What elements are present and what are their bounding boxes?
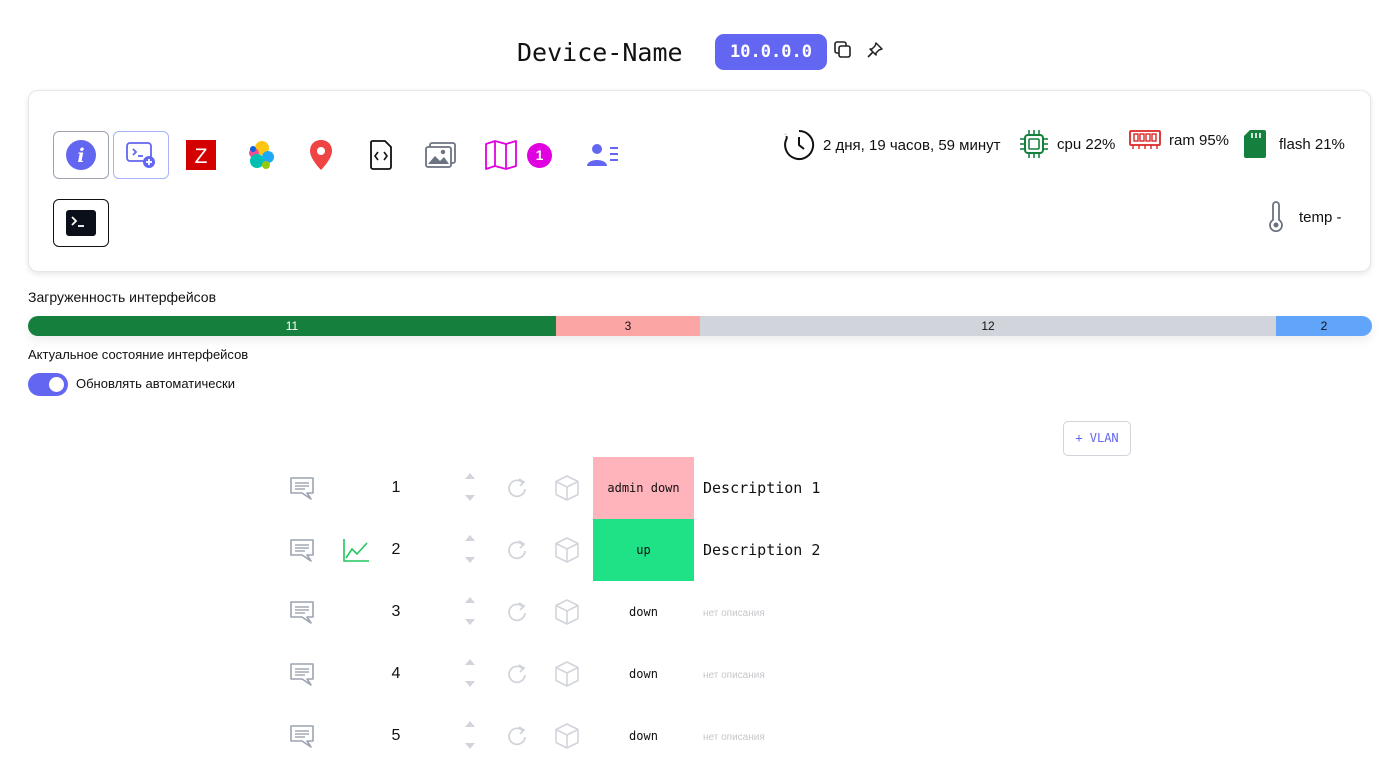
cpu-stat: cpu 22% (1019, 129, 1115, 159)
interface-description[interactable]: Description 2 (703, 541, 820, 559)
interface-number: 4 (391, 665, 401, 682)
info-icon: i (66, 140, 96, 170)
toggle-knob (49, 377, 64, 392)
elastic-icon (249, 141, 274, 169)
cpu-text: cpu 22% (1057, 135, 1116, 153)
thermometer-icon (1269, 201, 1283, 233)
interface-status[interactable]: down (593, 643, 694, 705)
state-title: Актуальное состояние интерфейсов (28, 347, 249, 362)
comment-icon[interactable] (289, 723, 315, 754)
device-name: Device-Name (517, 38, 683, 67)
load-segment-admin-down[interactable]: 3 (556, 316, 700, 336)
comment-icon[interactable] (289, 475, 315, 506)
interface-status[interactable]: up (593, 519, 694, 581)
up-down-arrows-icon[interactable] (463, 655, 477, 691)
interface-row: 4 down нет описания (0, 643, 1390, 705)
images-icon (425, 142, 456, 168)
reload-port-icon[interactable] (506, 476, 528, 505)
load-segment-down[interactable]: 12 (700, 316, 1276, 336)
reload-port-icon[interactable] (506, 538, 528, 567)
terminal-button[interactable] (53, 199, 109, 247)
zabbix-icon: Z (186, 140, 216, 170)
comment-icon[interactable] (289, 537, 315, 568)
interface-status[interactable]: admin down (593, 457, 694, 519)
interface-status[interactable]: down (593, 705, 694, 762)
interface-description[interactable]: нет описания (703, 608, 765, 619)
svg-text:i: i (77, 145, 84, 167)
cube-icon[interactable] (554, 536, 580, 569)
users-list-icon (587, 144, 618, 166)
map-button[interactable] (473, 131, 529, 179)
uptime-stat: 2 дня, 19 часов, 59 минут (783, 129, 1001, 161)
interface-description[interactable]: нет описания (703, 732, 765, 743)
location-button[interactable] (293, 131, 349, 179)
interface-row: 3 down нет описания (0, 581, 1390, 643)
auto-update-toggle[interactable] (28, 373, 68, 396)
sd-card-icon (1244, 130, 1266, 158)
interface-number: 3 (391, 603, 401, 620)
ram-text: ram 95% (1169, 131, 1230, 149)
cube-icon[interactable] (554, 660, 580, 693)
temp-text: temp - (1299, 208, 1342, 226)
cube-icon[interactable] (554, 474, 580, 507)
zabbix-button[interactable]: Z (173, 131, 229, 179)
cpu-icon (1020, 130, 1048, 158)
svg-text:Z: Z (195, 145, 208, 168)
interface-number: 5 (391, 727, 401, 744)
cube-icon[interactable] (554, 598, 580, 631)
interface-number: 1 (391, 479, 401, 496)
reload-port-icon[interactable] (506, 724, 528, 753)
interface-description[interactable]: нет описания (703, 670, 765, 681)
location-icon (310, 140, 332, 170)
flash-stat: flash 21% (1243, 129, 1345, 159)
info-button[interactable]: i (53, 131, 109, 179)
temp-stat: temp - (1265, 201, 1342, 233)
map-count-badge: 1 (527, 143, 552, 168)
load-segment-up[interactable]: 11 (28, 316, 556, 336)
interface-row: 2 up Description 2 (0, 519, 1390, 581)
cube-icon[interactable] (554, 722, 580, 755)
map-icon (485, 140, 517, 170)
clock-icon (784, 129, 815, 160)
elastic-button[interactable] (233, 131, 289, 179)
load-title: Загруженность интерфейсов (28, 289, 217, 305)
code-file-icon (370, 140, 392, 170)
images-button[interactable] (413, 131, 469, 179)
console-add-icon (126, 142, 155, 168)
uptime-text: 2 дня, 19 часов, 59 минут (823, 136, 1001, 154)
device-header: Device-Name 10.0.0.0 (0, 34, 1390, 74)
console-add-button[interactable] (113, 131, 169, 179)
ram-stat: ram 95% (1129, 129, 1229, 151)
flash-text: flash 21% (1279, 135, 1345, 153)
pin-icon[interactable] (865, 40, 887, 62)
terminal-icon (66, 210, 96, 236)
up-down-arrows-icon[interactable] (463, 717, 477, 753)
comment-icon[interactable] (289, 661, 315, 692)
users-list-button[interactable] (575, 131, 631, 179)
auto-update-label: Обновлять автоматически (76, 376, 235, 391)
device-ip-badge[interactable]: 10.0.0.0 (715, 34, 827, 70)
interface-status[interactable]: down (593, 581, 694, 643)
up-down-arrows-icon[interactable] (463, 593, 477, 629)
interface-row: 5 down нет описания (0, 705, 1390, 762)
copy-icon[interactable] (833, 40, 855, 62)
interface-number: 2 (391, 541, 401, 558)
interface-load-bar: 11 3 12 2 (28, 316, 1372, 336)
device-info-panel: i Z 1 2 дня, 19 часов, 59 минут cpu 22% … (28, 90, 1371, 272)
add-vlan-button[interactable]: + VLAN (1063, 421, 1131, 456)
interface-description[interactable]: Description 1 (703, 479, 820, 497)
reload-port-icon[interactable] (506, 662, 528, 691)
load-segment-other[interactable]: 2 (1276, 316, 1372, 336)
up-down-arrows-icon[interactable] (463, 469, 477, 505)
interface-row: 1 admin down Description 1 (0, 457, 1390, 519)
comment-icon[interactable] (289, 599, 315, 630)
graph-icon[interactable] (342, 537, 370, 568)
reload-port-icon[interactable] (506, 600, 528, 629)
up-down-arrows-icon[interactable] (463, 531, 477, 567)
config-file-button[interactable] (353, 131, 409, 179)
ram-icon (1129, 130, 1161, 149)
